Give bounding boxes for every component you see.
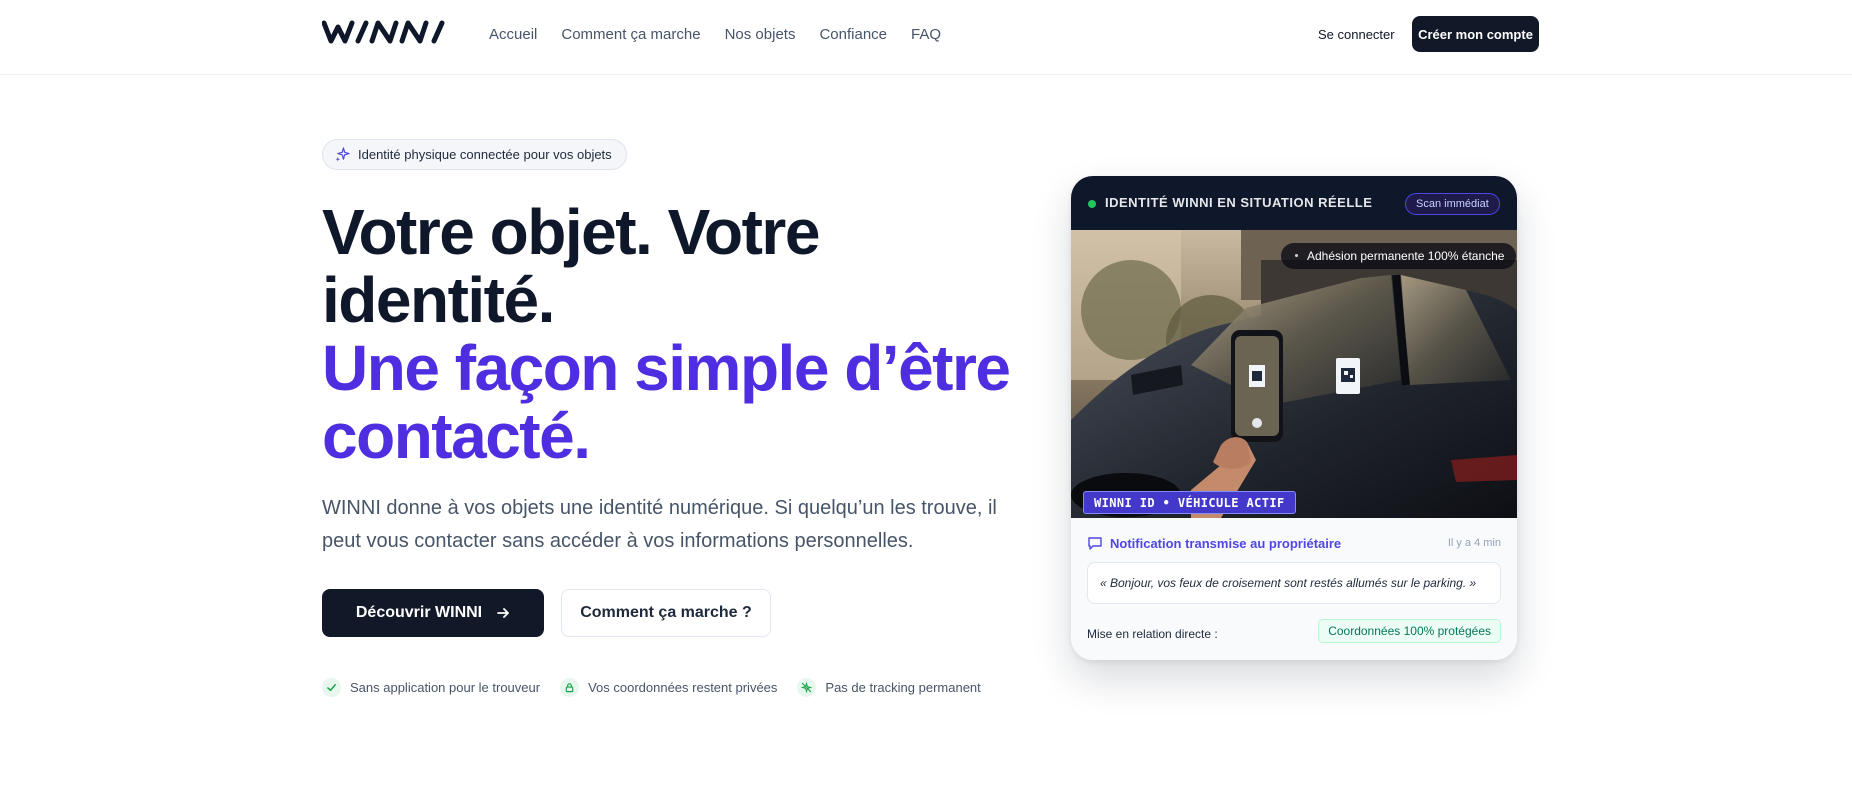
top-nav: Accueil Comment ça marche Nos objets Con… xyxy=(0,0,1852,75)
notification-header: Notification transmise au propriétaire xyxy=(1087,535,1341,551)
nav-link-confiance[interactable]: Confiance xyxy=(819,25,887,45)
feature-label: Vos coordonnées restent privées xyxy=(588,680,778,695)
waterproof-chip-text: Adhésion permanente 100% étanche xyxy=(1307,249,1505,263)
feature-item: Vos coordonnées restent privées xyxy=(560,678,777,697)
notification-title: Notification transmise au propriétaire xyxy=(1110,535,1342,551)
hero-badge-text: Identité physique connectée pour vos obj… xyxy=(358,147,612,162)
finder-message: « Bonjour, vos feux de croisement sont r… xyxy=(1087,562,1501,604)
arrow-right-icon xyxy=(497,608,510,618)
hero-title-line2: Une façon simple d’être contacté. xyxy=(322,332,1011,472)
winni-id-chip: WINNI ID • VÉHICULE ACTIF xyxy=(1083,491,1296,514)
card-header-title: IDENTITÉ WINNI EN SITUATION RÉELLE xyxy=(1105,195,1373,210)
discover-button[interactable]: Découvrir WINNI xyxy=(322,589,544,637)
feature-label: Sans application pour le trouveur xyxy=(350,680,541,695)
card-header: IDENTITÉ WINNI EN SITUATION RÉELLE Scan … xyxy=(1071,176,1517,230)
hero-title: Votre objet. Votre identité. Une façon s… xyxy=(322,198,1022,470)
message-icon xyxy=(1088,537,1102,550)
lock-icon xyxy=(560,678,580,697)
nav-link-accueil[interactable]: Accueil xyxy=(489,25,537,45)
relation-label: Mise en relation directe : xyxy=(1087,627,1218,641)
discover-button-label: Découvrir WINNI xyxy=(355,604,483,621)
showcase-card: IDENTITÉ WINNI EN SITUATION RÉELLE Scan … xyxy=(1071,176,1517,660)
hero-lead: WINNI donne à vos objets une identité nu… xyxy=(322,497,997,552)
notification-time: Il y a 4 min xyxy=(1447,537,1501,549)
hero-title-line1: Votre objet. Votre identité. xyxy=(322,196,820,336)
feature-list: Sans application pour le trouveur Vos co… xyxy=(322,678,981,697)
feature-label: Pas de tracking permanent xyxy=(825,680,981,695)
bullet-icon xyxy=(1295,254,1298,257)
nav-link-comment-ca-marche[interactable]: Comment ça marche xyxy=(561,25,700,45)
check-icon xyxy=(322,678,341,697)
car-scene-illustration xyxy=(1071,230,1517,518)
signup-button[interactable]: Créer mon compte xyxy=(1412,16,1539,52)
feature-item: Pas de tracking permanent xyxy=(797,678,981,697)
winni-logo[interactable] xyxy=(322,20,458,44)
nav-links: Accueil Comment ça marche Nos objets Con… xyxy=(489,25,941,45)
nav-link-nos-objets[interactable]: Nos objets xyxy=(725,25,796,45)
scan-badge: Scan immédiat xyxy=(1405,193,1500,215)
nav-link-faq[interactable]: FAQ xyxy=(911,25,941,45)
sparkles-icon xyxy=(335,147,350,162)
waterproof-chip: Adhésion permanente 100% étanche xyxy=(1281,243,1517,269)
notification-panel: Notification transmise au propriétaire I… xyxy=(1071,518,1517,660)
car-photo: Adhésion permanente 100% étanche WINNI I… xyxy=(1071,230,1517,518)
hero-badge: Identité physique connectée pour vos obj… xyxy=(322,139,627,170)
protected-badge: Coordonnées 100% protégées xyxy=(1318,619,1501,643)
live-status-dot xyxy=(1088,200,1096,208)
feature-item: Sans application pour le trouveur xyxy=(322,678,540,697)
login-link[interactable]: Se connecter xyxy=(1318,25,1395,45)
no-tracking-icon xyxy=(797,678,817,697)
how-it-works-button[interactable]: Comment ça marche ? xyxy=(561,589,771,637)
